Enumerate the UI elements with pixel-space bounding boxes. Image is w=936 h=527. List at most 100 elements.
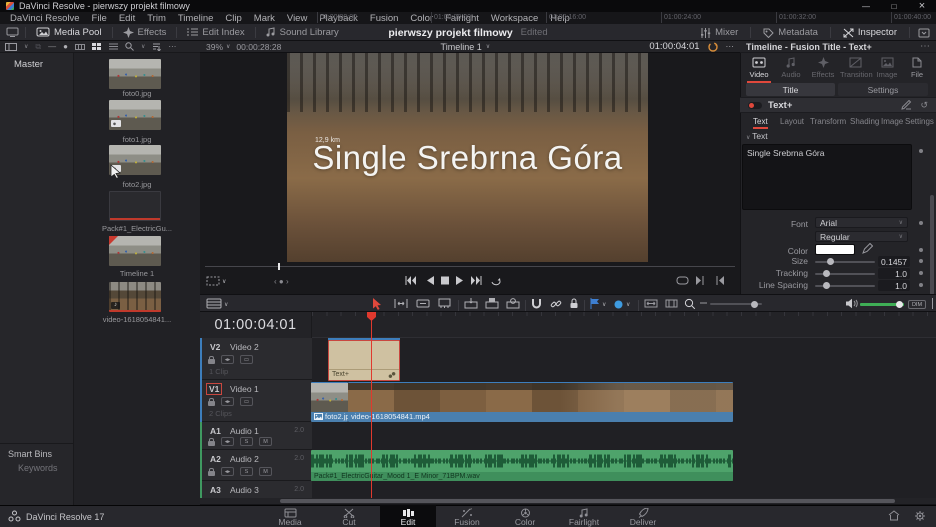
dim-button[interactable]: DIM [908,300,926,309]
minimize-button[interactable]: — [852,0,880,12]
overwrite-clip-icon[interactable] [485,298,499,309]
track-id[interactable]: A3 [208,485,223,495]
search-icon[interactable] [125,42,134,51]
zoom-detail-icon[interactable] [665,298,678,309]
keyframe-dot[interactable] [919,248,923,252]
mute-button[interactable]: M [259,467,272,476]
viewer-scrub-bar[interactable] [205,266,735,267]
chevron-down-icon[interactable]: ∨ [486,43,490,50]
track-header-a3[interactable]: A3 Audio 3 2.0 [200,481,312,498]
viewer-sizing-icon[interactable] [206,276,220,286]
meters-toggle-icon[interactable] [931,298,936,309]
text-tab-text[interactable]: Text [753,117,768,126]
media-thumbnail-audio-pack[interactable] [109,191,161,221]
next-edit-icon[interactable] [696,276,705,285]
auto-select-icon[interactable]: ◂▸ [221,397,234,406]
insert-clip-icon[interactable] [464,298,478,309]
jog-marker-icon[interactable]: ‹ ● › [274,277,289,286]
track-lock-icon[interactable] [208,471,215,476]
page-fusion[interactable]: Fusion [439,505,495,527]
smart-bins-label[interactable]: Smart Bins [0,444,73,459]
track-lock-icon[interactable] [208,441,215,446]
viewer-scrub-playhead[interactable] [278,263,280,270]
inspector-tab-transition[interactable]: Transition [840,57,870,79]
metadata-button[interactable]: Metadata [759,27,822,38]
zoom-slider[interactable] [710,303,762,305]
timeline-playhead[interactable] [371,312,372,498]
track-id[interactable]: A1 [208,426,223,436]
trim-edit-mode-icon[interactable] [394,298,408,309]
media-clip-name[interactable]: Pack#1_ElectricGu... [74,224,200,233]
text-tab-image[interactable]: Image [881,117,903,126]
eyedropper-icon[interactable] [862,243,873,254]
loop-button[interactable] [490,276,501,286]
inspector-options-ellipsis-icon[interactable]: ⋯ [920,41,930,52]
zoom-minus-icon[interactable] [700,302,707,304]
keywords-label[interactable]: Keywords [0,459,73,473]
selection-mode-icon[interactable] [372,298,382,310]
track-header-v1[interactable]: V1 Video 1 ◂▸ ▭ 2 Clips [200,380,312,422]
line-spacing-slider-knob[interactable] [823,282,830,289]
chevron-down-icon[interactable]: ∨ [141,43,145,50]
text-tab-settings[interactable]: Settings [905,117,934,126]
close-button[interactable]: × [908,0,936,12]
reset-icon[interactable]: ↺ [920,100,928,111]
first-frame-button[interactable] [405,276,416,285]
chevron-down-icon[interactable]: ∨ [24,43,28,50]
track-name[interactable]: Audio 2 [230,454,259,464]
track-id[interactable]: V2 [208,342,222,352]
solo-button[interactable]: S [240,467,253,476]
panel-expand-icon[interactable] [918,28,930,38]
menu-view[interactable]: View [281,13,313,24]
track-name[interactable]: Audio 1 [230,426,259,436]
blade-edit-mode-icon[interactable] [438,298,451,309]
chevron-down-icon[interactable]: ∨ [626,301,630,308]
timeline-view-options-icon[interactable] [206,298,222,309]
page-color[interactable]: Color [497,505,553,527]
inspector-tab-file[interactable]: File [902,57,932,79]
page-deliver[interactable]: Deliver [615,505,671,527]
match-frame-icon[interactable] [676,276,689,285]
track-enable-icon[interactable]: ▭ [240,355,253,364]
tracking-value[interactable]: 1.0 [878,268,910,279]
list-view-icon[interactable] [109,43,118,50]
timeline-photo-clip[interactable]: foto2.jpg [311,382,348,422]
menu-fusion[interactable]: Fusion [364,13,405,24]
media-pool-button[interactable]: Media Pool [32,27,106,38]
line-spacing-slider[interactable] [815,285,875,287]
menu-workspace[interactable]: Workspace [485,13,544,24]
auto-select-icon[interactable]: ◂▸ [221,437,234,446]
inspector-tab-audio[interactable]: Audio [776,57,806,79]
inspector-tab-video[interactable]: Video [744,57,774,79]
dynamic-trim-mode-icon[interactable] [416,298,430,309]
page-cut[interactable]: Cut [321,505,377,527]
timeline-audio-clip[interactable]: Pack#1_ElectricGuitar_Mood 1_E Minor_71B… [311,450,733,481]
font-select[interactable]: Arial∨ [815,217,908,228]
speaker-icon[interactable] [845,298,858,309]
bin-item-master[interactable]: Master [0,53,73,70]
options-ellipsis-icon[interactable]: ⋯ [168,42,177,51]
chevron-down-icon[interactable]: ∨ [222,278,226,285]
size-value[interactable]: 0.1457 [878,256,910,267]
color-swatch[interactable] [815,244,855,255]
line-spacing-value[interactable]: 1.0 [878,280,910,291]
text-tab-transform[interactable]: Transform [810,117,846,126]
menu-edit[interactable]: Edit [113,13,141,24]
settings-gear-icon[interactable] [914,510,926,522]
keyframe-dot[interactable] [919,149,923,153]
timeline-selector[interactable]: Timeline 1 [441,42,482,52]
media-clip-name[interactable]: foto2.jpg [74,180,200,189]
chevron-down-icon[interactable]: ∨ [602,301,606,308]
inspector-button[interactable]: Inspector [839,27,901,38]
chevron-down-icon[interactable]: ∨ [224,301,228,308]
timeline-ruler[interactable] [312,312,936,338]
auto-select-icon[interactable]: ◂▸ [221,355,234,364]
sort-icon[interactable] [152,43,161,51]
record-dot-icon[interactable]: ● [63,42,68,51]
page-fairlight[interactable]: Fairlight [556,505,612,527]
track-lock-icon[interactable] [208,359,215,364]
track-name[interactable]: Audio 3 [230,485,259,495]
marker-icon[interactable] [614,300,623,309]
track-id[interactable]: A2 [208,454,223,464]
keyframe-pen-icon[interactable] [901,100,912,110]
